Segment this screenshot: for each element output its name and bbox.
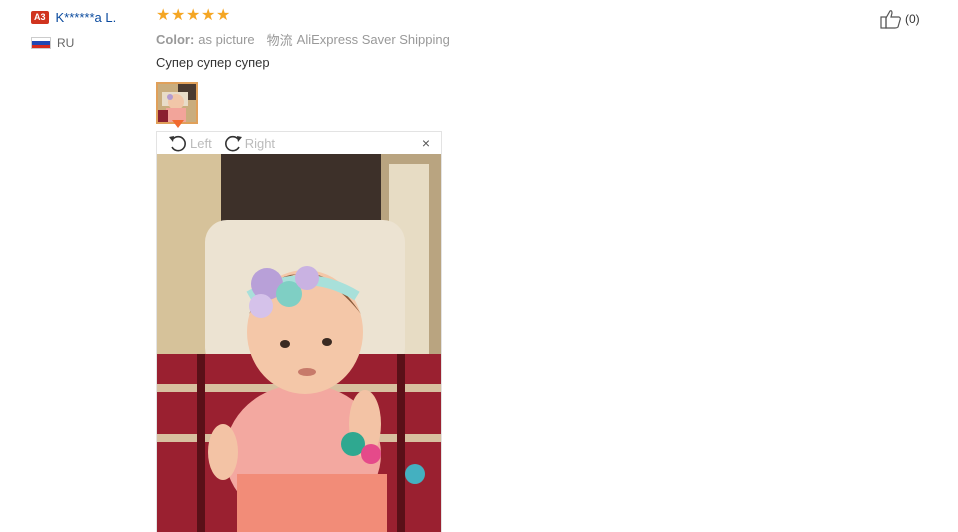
rotate-right-label: Right <box>244 135 276 151</box>
rotate-right-icon <box>224 135 242 152</box>
reviewer-info: A3 K******a L. RU <box>31 8 141 51</box>
reviewer-name-row: A3 K******a L. <box>31 8 141 26</box>
star-icon: ★ <box>186 7 201 24</box>
level-badge: A3 <box>31 10 49 24</box>
like-count: (0) <box>905 12 920 26</box>
rotate-left-button[interactable]: Left <box>167 133 212 153</box>
review-text: Супер супер супер <box>156 55 270 70</box>
close-icon[interactable]: × <box>422 135 430 151</box>
thumbs-up-icon <box>880 10 901 29</box>
baby-photo-image <box>157 154 441 532</box>
rotate-left-label: Left <box>190 135 212 151</box>
rotate-left-icon <box>169 135 186 152</box>
star-icon: ★ <box>216 7 231 24</box>
review-content: ★ ★ ★ ★ ★ Color: as picture 物流 AliExpres… <box>156 8 856 71</box>
country-code: RU <box>57 36 75 50</box>
review-meta: Color: as picture 物流 AliExpress Saver Sh… <box>156 31 856 48</box>
reviewer-country-row: RU <box>31 35 141 51</box>
shipping-label: 物流 <box>266 32 293 48</box>
like-button[interactable]: (0) <box>880 9 920 29</box>
star-icon: ★ <box>201 7 216 24</box>
star-rating: ★ ★ ★ ★ ★ <box>156 8 856 24</box>
color-label: Color: <box>156 31 195 47</box>
review-photo <box>157 154 441 532</box>
review-photo-thumbnail[interactable] <box>156 82 198 124</box>
rotate-right-button[interactable]: Right <box>222 133 275 153</box>
star-icon: ★ <box>156 7 171 24</box>
shipping-value: AliExpress Saver Shipping <box>296 31 450 47</box>
thumbnail-pointer-icon <box>172 120 184 128</box>
photo-viewer: Left Right × <box>156 131 442 532</box>
reviewer-name[interactable]: K******a L. <box>56 10 117 25</box>
russia-flag-icon <box>31 37 51 49</box>
baby-photo-thumbnail-image <box>158 84 196 122</box>
star-icon: ★ <box>171 7 186 24</box>
color-value: as picture <box>198 31 255 47</box>
viewer-toolbar: Left Right × <box>157 132 441 154</box>
